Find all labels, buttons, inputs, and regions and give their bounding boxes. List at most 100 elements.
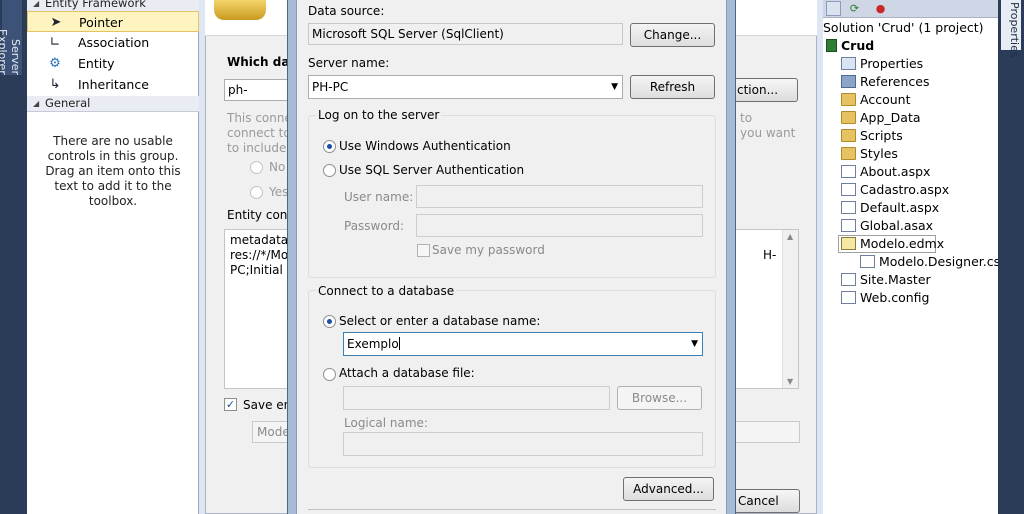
sensitive-text-line: to	[740, 111, 753, 125]
server-name-combo[interactable]: PH-PC ▼	[308, 75, 623, 99]
scroll-down-arrow-icon[interactable]: ▼	[787, 377, 793, 386]
sensitive-text-line: connect to	[227, 126, 291, 140]
toolbox-item-association[interactable]: ∟ Association	[27, 32, 199, 53]
windows-auth-radio[interactable]	[323, 140, 336, 153]
entity-icon: ⚙	[49, 56, 61, 71]
windows-auth-label: Use Windows Authentication	[339, 139, 511, 153]
tree-item-label: Account	[860, 92, 911, 107]
tree-item-scripts[interactable]: Scripts	[841, 128, 903, 144]
folder-icon	[841, 93, 856, 106]
class-diagram-toolbar-icon[interactable]: ●	[873, 1, 888, 16]
tree-item-label: Modelo.Designer.cs	[879, 254, 1001, 269]
connection-combo-value: ph-pc.Exem	[228, 83, 248, 97]
toolbox-empty-message: There are no usable controls in this gro…	[45, 134, 181, 208]
tree-item-about-aspx[interactable]: About.aspx	[841, 164, 930, 180]
database-plug-icon	[214, 0, 266, 20]
tree-item-app-data[interactable]: App_Data	[841, 110, 921, 126]
radio-yes[interactable]	[250, 186, 263, 199]
tree-item-cadastro-aspx[interactable]: Cadastro.aspx	[841, 182, 949, 198]
scroll-up-arrow-icon[interactable]: ▲	[787, 232, 793, 241]
browse-button[interactable]: Browse...	[617, 386, 702, 410]
toolbox-item-pointer[interactable]: ➤ Pointer	[27, 11, 199, 32]
tree-item-label: Site.Master	[860, 272, 931, 287]
model-name-field-end[interactable]	[734, 421, 800, 443]
database-group-title: Connect to a database	[316, 284, 457, 298]
connection-string-line: res://*/Mo	[230, 248, 289, 262]
tree-item-modelo-designer-cs[interactable]: Modelo.Designer.cs	[860, 254, 1000, 270]
cs-file-icon	[860, 255, 875, 268]
tree-item-web-config[interactable]: Web.config	[841, 290, 929, 306]
password-label: Password:	[344, 219, 405, 233]
toolbox-item-label: Pointer	[79, 15, 123, 30]
collapse-triangle-icon: ◢	[33, 99, 40, 108]
advanced-button[interactable]: Advanced...	[623, 477, 714, 501]
tree-item-references[interactable]: References	[841, 74, 929, 90]
toolbox-section-general[interactable]: ◢ General	[27, 96, 199, 112]
logical-name-field[interactable]	[343, 432, 703, 456]
save-password-checkbox[interactable]	[417, 244, 430, 257]
model-name-field[interactable]: Mode	[252, 421, 292, 443]
toolbox-item-label: Association	[78, 35, 150, 50]
solution-node[interactable]: Solution 'Crud' (1 project)	[823, 20, 984, 36]
sensitive-text-line: you want	[740, 126, 796, 140]
connection-properties-dialog: Data source: Microsoft SQL Server (SqlCl…	[296, 0, 727, 514]
toolbox-item-label: Entity	[78, 56, 115, 71]
tree-item-label: Global.asax	[860, 218, 934, 233]
tree-item-default-aspx[interactable]: Default.aspx	[841, 200, 939, 216]
tree-item-global-asax[interactable]: Global.asax	[841, 218, 933, 234]
attach-file-radio[interactable]	[323, 368, 336, 381]
toolbox-item-inheritance[interactable]: ↳ Inheritance	[27, 74, 199, 95]
new-connection-button[interactable]: ction...	[732, 78, 798, 102]
sql-auth-radio[interactable]	[323, 164, 336, 177]
tree-item-label: Default.aspx	[860, 200, 940, 215]
cancel-button[interactable]: Cancel	[732, 489, 800, 513]
server-name-value: PH-PC	[312, 80, 349, 94]
save-entity-checkbox[interactable]: ✓	[224, 398, 237, 411]
text-cursor	[398, 337, 400, 350]
connection-combo[interactable]: ph-pc.Exem	[224, 79, 289, 101]
project-node[interactable]: Crud	[826, 38, 874, 54]
logical-name-label: Logical name:	[344, 416, 428, 430]
tree-item-modelo-edmx[interactable]: Modelo.edmx	[841, 236, 944, 252]
tree-item-account[interactable]: Account	[841, 92, 910, 108]
tree-item-label: Styles	[860, 146, 898, 161]
refresh-button[interactable]: Refresh	[630, 75, 715, 99]
tree-item-properties[interactable]: Properties	[841, 56, 923, 72]
password-field[interactable]	[416, 214, 703, 237]
asax-file-icon	[841, 219, 856, 232]
attach-file-label: Attach a database file:	[339, 366, 475, 380]
master-file-icon	[841, 273, 856, 286]
edmx-file-icon	[841, 237, 856, 250]
select-database-radio[interactable]	[323, 315, 336, 328]
toolbox-item-entity[interactable]: ⚙ Entity	[27, 53, 199, 74]
tree-item-styles[interactable]: Styles	[841, 146, 898, 162]
server-explorer-tab[interactable]: Server Explorer	[0, 0, 22, 75]
database-name-combo[interactable]: Exemplo ▼	[343, 332, 703, 356]
sensitive-text-line: This conne	[227, 111, 292, 125]
change-button[interactable]: Change...	[630, 23, 715, 47]
tree-item-label: References	[860, 74, 930, 89]
properties-icon	[841, 57, 856, 70]
folder-icon	[841, 147, 856, 160]
save-password-label: Save my password	[432, 243, 545, 257]
username-field[interactable]	[416, 185, 703, 208]
project-label: Crud	[841, 38, 875, 53]
attach-file-field[interactable]	[343, 386, 610, 410]
toolbox-panel: ◢ Entity Framework ➤ Pointer ∟ Associati…	[27, 0, 199, 514]
tree-item-site-master[interactable]: Site.Master	[841, 272, 931, 288]
connection-string-scrollbar[interactable]: ▲ ▼	[782, 230, 798, 388]
radio-no[interactable]	[250, 161, 263, 174]
dropdown-arrow-icon[interactable]: ▼	[611, 76, 618, 98]
tree-item-label: About.aspx	[860, 164, 931, 179]
connection-string-line: PC;Initial C	[230, 263, 296, 277]
data-source-label: Data source:	[308, 4, 385, 18]
refresh-toolbar-icon[interactable]: ⟳	[847, 1, 862, 16]
tree-item-label: Web.config	[860, 290, 930, 305]
tree-item-label: Modelo.edmx	[860, 236, 945, 251]
properties-toolbar-icon[interactable]	[826, 1, 841, 16]
dropdown-arrow-icon[interactable]: ▼	[691, 333, 698, 355]
project-icon	[826, 39, 837, 52]
properties-tab[interactable]: Properties	[1001, 0, 1021, 58]
database-name-value: Exemplo	[347, 337, 399, 351]
inheritance-icon: ↳	[49, 77, 61, 92]
